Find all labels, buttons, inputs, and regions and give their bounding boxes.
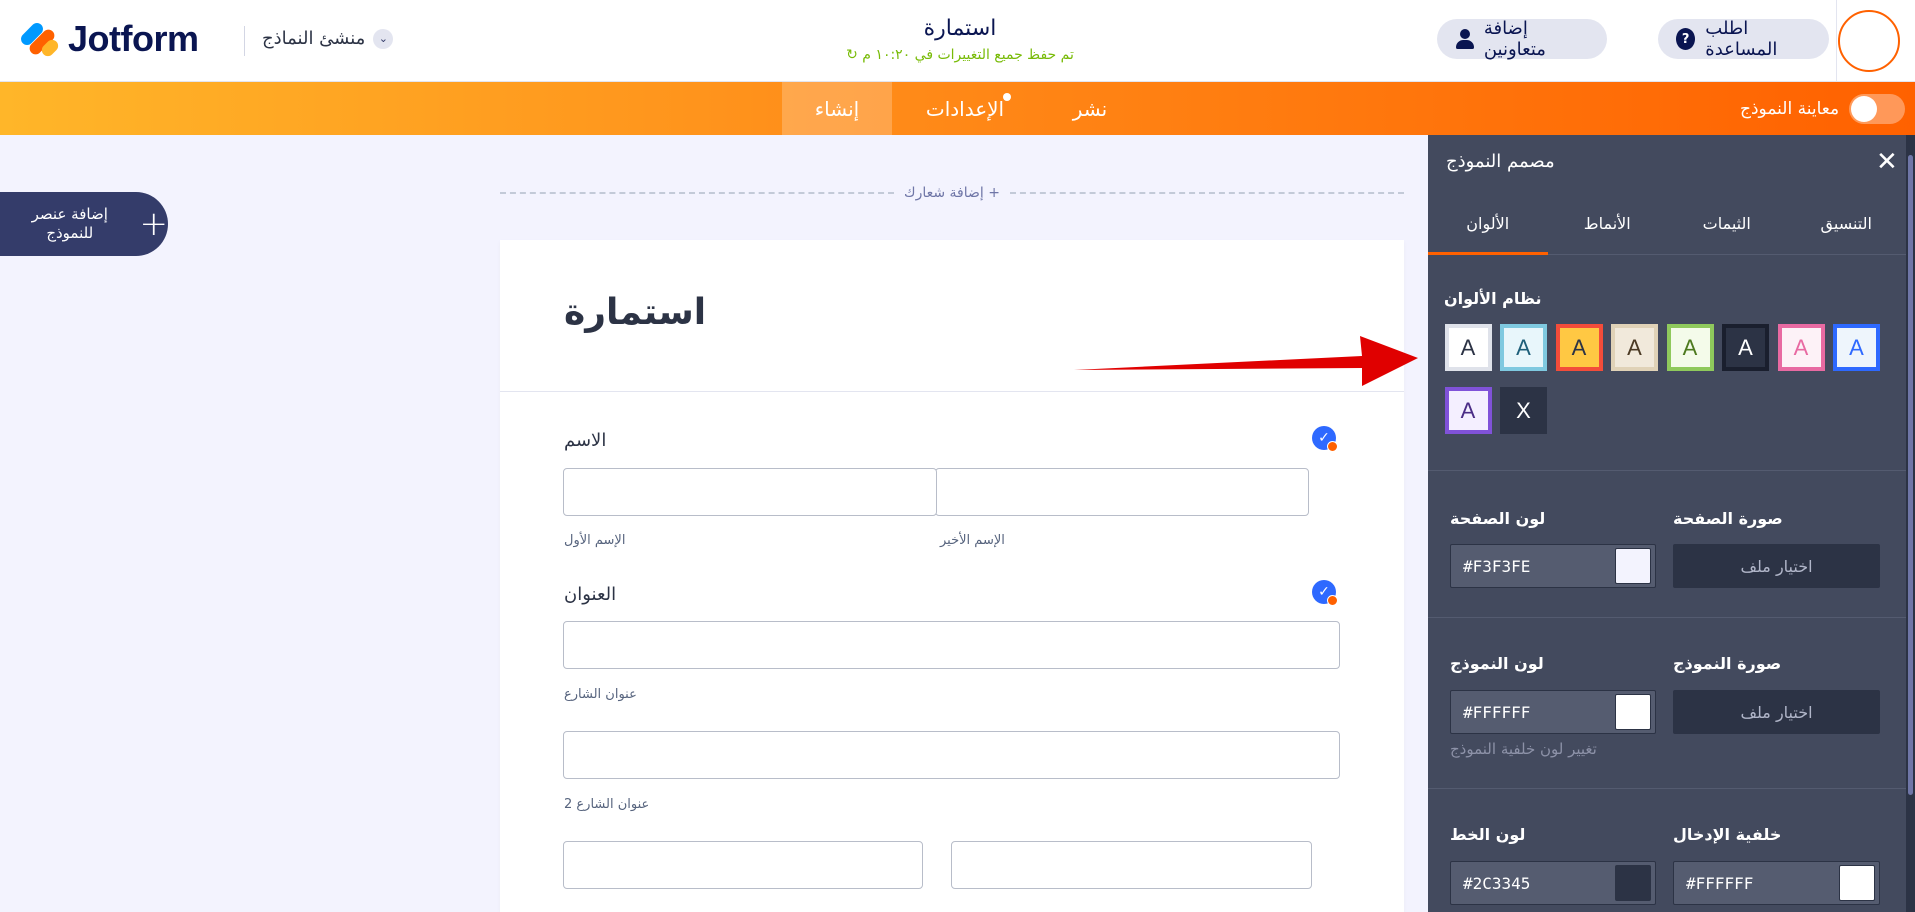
add-collaborators-button[interactable]: إضافة متعاونين [1437,18,1607,60]
form-title-area: استمارة ↻ تم حفظ جميع التغييرات في ١٠:٢٠… [760,16,1160,63]
toggle-switch[interactable] [1849,94,1906,124]
color-scheme-swatch[interactable]: A [1777,324,1825,371]
last-name-input[interactable] [935,468,1309,516]
form-heading[interactable]: استمارة [564,292,1404,333]
form-builder-menu[interactable]: منشئ النماذج ⌄ [262,28,394,49]
font-color-chip[interactable] [1615,865,1651,901]
color-scheme-swatch[interactable]: A [1611,324,1658,371]
panel-title: مصمم النموذج [1446,151,1555,172]
form-color-label: لون النموذج [1450,654,1544,673]
designer-tabs: الألوان الأنماط الثيمات التنسيق [1428,193,1906,255]
page-image-label: صورة الصفحة [1673,509,1783,528]
name-field-label[interactable]: الاسم [564,430,606,451]
input-background-value: #FFFFFF [1686,873,1754,893]
font-color-field[interactable]: #2C3345 [1450,861,1656,905]
tab-publish[interactable]: نشر [1050,82,1130,135]
form-color-hint: تغيير لون خلفية النموذج [1450,740,1597,758]
tab-layout[interactable]: التنسيق [1787,193,1907,254]
form-image-choose-file-button[interactable]: اختيار ملف [1673,690,1880,734]
color-scheme-swatch[interactable]: A [1555,324,1603,371]
form-color-field[interactable]: #FFFFFF [1450,690,1656,734]
checkmark-icon[interactable]: ✓ [1312,426,1338,452]
form-color-value: #FFFFFF [1463,702,1531,722]
jotform-logo[interactable]: Jotform [18,18,199,60]
input-background-chip[interactable] [1839,865,1875,901]
notification-dot [1003,93,1011,101]
red-arrow-annotation [1074,336,1418,386]
tab-styles[interactable]: الأنماط [1548,193,1668,254]
refresh-icon: ↻ [846,47,858,63]
page-color-label: لون الصفحة [1450,509,1546,528]
brand-name: Jotform [68,18,199,59]
color-scheme-label: نظام الألوان [1444,289,1542,308]
font-color-label: لون الخط [1450,825,1526,844]
color-scheme-swatch[interactable]: A [1444,324,1492,371]
tab-colors[interactable]: الألوان [1428,193,1548,255]
tab-settings[interactable]: الإعدادات [905,82,1025,135]
add-logo-label: إضافة شعارك + [904,185,1000,201]
input-background-field[interactable]: #FFFFFF [1673,861,1880,905]
preview-form-label: معاينة النموذج [1740,99,1840,119]
first-name-input[interactable] [563,468,937,516]
header-divider-right [1836,0,1837,82]
form-image-label: صورة النموذج [1673,654,1782,673]
color-scheme-swatch[interactable]: A [1444,387,1492,434]
question-icon: ? [1676,28,1696,50]
tab-build[interactable]: إنشاء [782,82,892,135]
save-status-text: تم حفظ جميع التغييرات في ١٠:٢٠ م [862,47,1074,63]
jotform-logo-icon [18,20,61,59]
plus-icon: + [139,204,169,244]
input-background-label: خلفية الإدخال [1673,825,1782,844]
city-input[interactable] [951,841,1312,889]
add-form-element-button[interactable]: إضافة عنصر للنموذج + [0,192,168,256]
tab-themes[interactable]: الثيمات [1667,193,1787,254]
person-icon [1455,28,1474,50]
builder-navbar: إنشاء الإعدادات نشر معاينة النموذج [0,82,1915,135]
checkmark-icon[interactable]: ✓ [1312,580,1338,606]
panel-scrollbar-thumb[interactable] [1908,155,1913,795]
font-color-value: #2C3345 [1463,873,1531,893]
color-scheme-swatch[interactable]: A [1500,324,1547,371]
street-address-input[interactable] [563,621,1340,669]
close-icon[interactable]: ✕ [1876,147,1898,177]
save-status: ↻ تم حفظ جميع التغييرات في ١٠:٢٠ م [760,47,1160,63]
state-input[interactable] [563,841,923,889]
color-scheme-swatch[interactable]: A [1833,324,1880,371]
page-color-field[interactable]: #F3F3FE [1450,544,1656,588]
preview-form-toggle[interactable]: معاينة النموذج [1740,94,1906,124]
page-color-value: #F3F3FE [1463,556,1531,576]
builder-menu-label: منشئ النماذج [262,28,366,49]
form-color-chip[interactable] [1615,694,1651,730]
form-title[interactable]: استمارة [760,16,1160,41]
header-divider [244,26,245,56]
top-header: Jotform منشئ النماذج ⌄ استمارة ↻ تم حفظ … [0,0,1915,82]
add-logo-area[interactable]: إضافة شعارك + [500,178,1404,208]
avatar[interactable] [1838,10,1900,72]
page-color-chip[interactable] [1615,548,1651,584]
add-collaborators-label: إضافة متعاونين [1483,18,1546,60]
street-address-2-input[interactable] [563,731,1340,779]
add-element-label: إضافة عنصر للنموذج [31,205,108,242]
first-name-sublabel: الإسم الأول [564,533,626,548]
chevron-down-icon: ⌄ [373,28,394,49]
last-name-sublabel: الإسم الأخير [940,533,1005,548]
form-designer-panel: مصمم النموذج ✕ الألوان الأنماط الثيمات ا… [1428,135,1915,912]
street-address-sublabel: عنوان الشارع [564,687,637,702]
tab-settings-label: الإعدادات [925,96,1005,121]
color-scheme-swatch[interactable]: X [1500,387,1547,434]
street-address-2-sublabel: عنوان الشارع 2 [564,797,650,812]
color-scheme-swatch[interactable]: A [1666,324,1714,371]
color-scheme-swatch[interactable]: A [1722,324,1769,371]
address-field-label[interactable]: العنوان [564,584,616,605]
page-image-choose-file-button[interactable]: اختيار ملف [1673,544,1880,588]
ask-help-button[interactable]: ? اطلب المساعدة [1658,18,1829,60]
ask-help-label: اطلب المساعدة [1705,18,1778,60]
